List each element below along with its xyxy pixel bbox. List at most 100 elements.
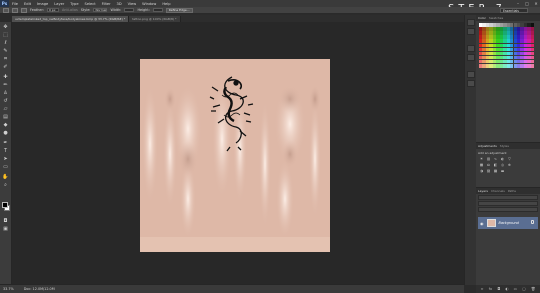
menu-layer[interactable]: Layer <box>51 2 67 6</box>
hue-saturation-icon[interactable]: ▦ <box>479 163 484 167</box>
eyedropper-tool-icon[interactable]: ✐ <box>2 64 9 70</box>
invert-icon[interactable]: ◑ <box>479 169 484 173</box>
add-selection-icon[interactable] <box>21 7 27 13</box>
layer-row-background[interactable]: ◉ Background <box>478 217 538 229</box>
menu-select[interactable]: Select <box>82 2 99 6</box>
marquee-tool-icon[interactable]: ⬚ <box>2 32 9 38</box>
quick-mask-icon[interactable]: ◘ <box>2 218 9 224</box>
document-size-info[interactable]: Doc: 12.0M/12.0M <box>24 287 55 291</box>
levels-icon[interactable]: ▥ <box>486 157 491 161</box>
brush-panel-icon[interactable] <box>467 71 475 78</box>
quick-select-tool-icon[interactable]: ✎ <box>2 48 9 54</box>
brush-tool-icon[interactable]: ✏ <box>2 82 9 88</box>
link-layers-icon[interactable]: ∞ <box>481 287 484 291</box>
lasso-tool-icon[interactable]: ℓ <box>2 40 9 46</box>
swatch-chip[interactable] <box>530 59 535 64</box>
new-layer-icon[interactable]: ▢ <box>522 287 525 291</box>
move-tool-icon[interactable]: ✥ <box>2 24 9 30</box>
tab-adjustments[interactable]: Adjustments <box>478 144 497 148</box>
exposure-icon[interactable]: ◐ <box>500 157 505 161</box>
photo-filter-icon[interactable]: ◎ <box>500 163 505 167</box>
menu-help[interactable]: Help <box>159 2 173 6</box>
curves-icon[interactable]: ∿ <box>493 157 498 161</box>
channel-mixer-icon[interactable]: ⊕ <box>507 163 512 167</box>
character-panel-icon[interactable] <box>467 45 475 52</box>
tab-channels[interactable]: Channels <box>491 189 505 193</box>
canvas-area[interactable] <box>12 22 464 284</box>
tab-color[interactable]: Color <box>478 16 486 20</box>
close-icon[interactable]: ✕ <box>532 0 540 6</box>
uv-skin-texture-canvas[interactable] <box>140 59 330 252</box>
workspace-select[interactable]: Essentials <box>500 8 528 13</box>
width-input[interactable] <box>124 8 135 12</box>
crop-tool-icon[interactable]: ⌗ <box>2 56 9 62</box>
swatch-chip[interactable] <box>530 43 535 48</box>
blend-mode-select[interactable] <box>478 201 538 206</box>
swatch-chip[interactable] <box>530 35 535 39</box>
swatch-chip[interactable] <box>530 64 535 68</box>
feather-input[interactable]: 0 px <box>46 8 59 12</box>
history-panel-icon[interactable] <box>467 19 475 26</box>
healing-tool-icon[interactable]: ✚ <box>2 74 9 80</box>
new-group-icon[interactable]: ▭ <box>514 287 517 291</box>
gradient-tool-icon[interactable]: ▤ <box>2 114 9 120</box>
shape-tool-icon[interactable]: ▭ <box>2 164 9 170</box>
adjustment-layer-icon[interactable]: ◐ <box>505 287 508 291</box>
refine-edge-button[interactable]: Refine Edge... <box>165 7 193 13</box>
tab-swatches[interactable]: Swatches <box>489 16 503 20</box>
swatch-chip[interactable] <box>530 23 535 27</box>
vibrance-icon[interactable]: ▽ <box>507 157 512 161</box>
menu-filter[interactable]: Filter <box>99 2 114 6</box>
tab-paths[interactable]: Paths <box>508 189 516 193</box>
path-select-tool-icon[interactable]: ➤ <box>2 156 9 162</box>
zoom-level[interactable]: 33.7% <box>3 287 14 291</box>
color-balance-icon[interactable]: ⚖ <box>486 163 491 167</box>
gradient-map-icon[interactable]: ▬ <box>500 169 505 173</box>
tab-layers[interactable]: Layers <box>478 189 488 193</box>
maximize-icon[interactable]: □ <box>523 0 531 6</box>
add-mask-icon[interactable]: ◘ <box>497 287 500 291</box>
brightness-icon[interactable]: ☀ <box>479 157 484 161</box>
marquee-tool-icon[interactable] <box>3 7 9 13</box>
layer-filter-select[interactable] <box>478 195 538 200</box>
menu-view[interactable]: View <box>125 2 140 6</box>
minimize-icon[interactable]: – <box>514 0 522 6</box>
style-select[interactable]: Normal <box>93 8 108 12</box>
swatches-grid[interactable] <box>479 23 535 69</box>
zoom-tool-icon[interactable]: ⌕ <box>2 182 9 188</box>
menu-window[interactable]: Window <box>139 2 159 6</box>
swatch-chip[interactable] <box>530 47 535 52</box>
foreground-color-swatch[interactable] <box>2 202 8 208</box>
black-white-icon[interactable]: ◧ <box>493 163 498 167</box>
lock-controls[interactable] <box>478 207 538 212</box>
properties-panel-icon[interactable] <box>467 28 475 35</box>
clone-stamp-tool-icon[interactable]: ♙ <box>2 90 9 96</box>
dodge-tool-icon[interactable]: ● <box>2 130 9 136</box>
threshold-icon[interactable]: ▩ <box>493 169 498 173</box>
visibility-eye-icon[interactable]: ◉ <box>480 221 484 226</box>
tab-styles[interactable]: Styles <box>500 144 509 148</box>
menu-image[interactable]: Image <box>34 2 51 6</box>
eraser-tool-icon[interactable]: ▱ <box>2 106 9 112</box>
menu-3d[interactable]: 3D <box>114 2 125 6</box>
swatch-chip[interactable] <box>530 51 535 56</box>
history-brush-tool-icon[interactable]: ↺ <box>2 98 9 104</box>
new-selection-icon[interactable] <box>12 7 18 13</box>
height-input[interactable] <box>152 8 163 12</box>
pen-tool-icon[interactable]: ✒ <box>2 140 9 146</box>
posterize-icon[interactable]: ▨ <box>486 169 491 173</box>
swatch-chip[interactable] <box>530 27 535 31</box>
layer-style-icon[interactable]: fx <box>489 287 492 291</box>
brush-presets-icon[interactable] <box>467 80 475 87</box>
delete-layer-icon[interactable]: 🗑 <box>531 287 536 291</box>
menu-edit[interactable]: Edit <box>21 2 34 6</box>
menu-type[interactable]: Type <box>67 2 81 6</box>
hand-tool-icon[interactable]: ✋ <box>2 174 9 180</box>
antialias-checkbox[interactable]: Anti-alias <box>62 8 78 12</box>
swatch-chip[interactable] <box>530 39 535 43</box>
blur-tool-icon[interactable]: ◆ <box>2 122 9 128</box>
type-tool-icon[interactable]: T <box>2 148 9 154</box>
screen-mode-icon[interactable]: ▣ <box>2 226 9 232</box>
swatch-chip[interactable] <box>530 31 535 35</box>
menu-file[interactable]: File <box>9 2 21 6</box>
